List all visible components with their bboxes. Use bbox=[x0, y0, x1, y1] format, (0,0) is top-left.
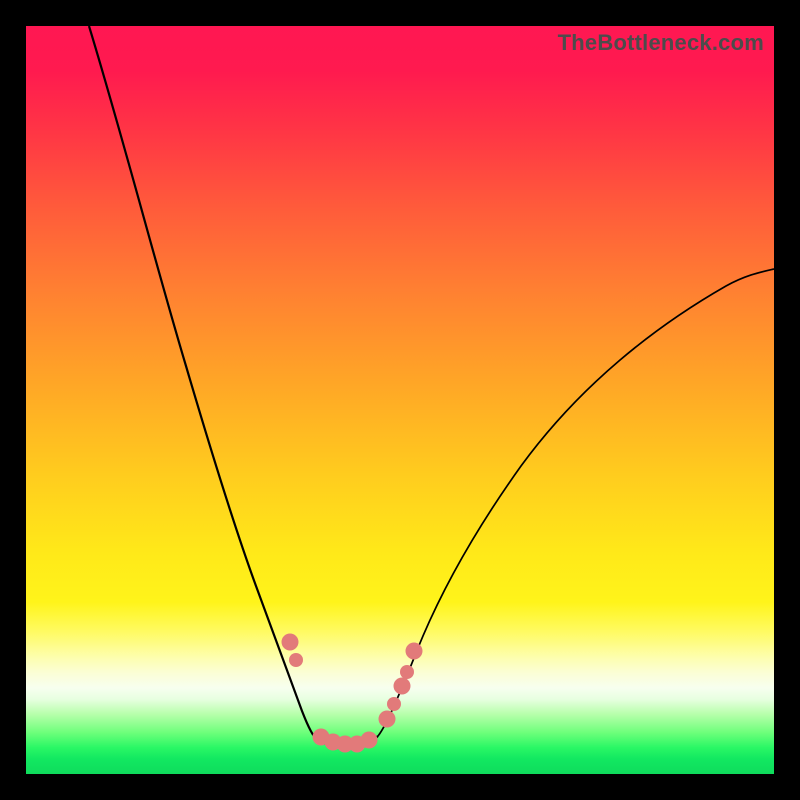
dot bbox=[406, 643, 423, 660]
plot-area: TheBottleneck.com bbox=[26, 26, 774, 774]
curve-left bbox=[89, 26, 318, 741]
dot bbox=[379, 711, 396, 728]
dot bbox=[394, 678, 411, 695]
dot bbox=[361, 732, 378, 749]
dots-group bbox=[282, 634, 423, 753]
dot bbox=[387, 697, 401, 711]
dot bbox=[400, 665, 414, 679]
chart-frame: TheBottleneck.com bbox=[0, 0, 800, 800]
watermark-text: TheBottleneck.com bbox=[558, 30, 764, 56]
chart-svg bbox=[26, 26, 774, 774]
dot bbox=[282, 634, 299, 651]
curve-right bbox=[378, 269, 774, 736]
dot bbox=[289, 653, 303, 667]
